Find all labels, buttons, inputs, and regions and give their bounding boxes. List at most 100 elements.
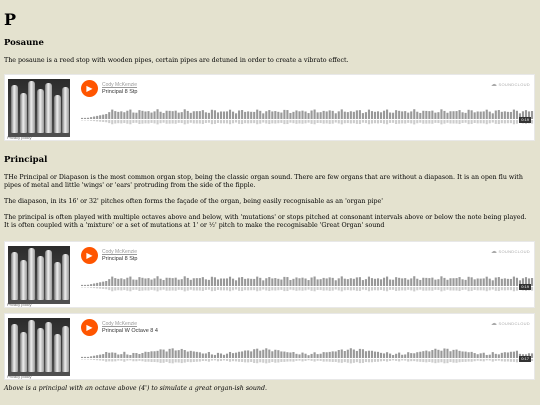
artist-link[interactable]: Cody McKenzie [102,249,137,255]
waveform-reflection-bar [183,287,186,292]
waveform-bar [355,350,358,358]
waveform-bar [241,110,244,119]
waveform-bar [352,349,355,358]
waveform-reflection-bar [283,287,286,292]
play-button[interactable]: ▶ [81,247,98,264]
waveform-reflection-bar [331,120,334,124]
waveform-reflection-bar [410,120,413,124]
waveform-reflection-bar [349,120,352,124]
soundcloud-player-principal-octave: Privacy policy ▶ Cody McKenzie Principal… [4,313,535,380]
organ-pipe [45,83,52,133]
track-title[interactable]: Principal 8 Stp [102,89,137,95]
waveform-reflection-bar [298,287,301,291]
waveform-bar [189,279,192,286]
waveform-bar [144,278,147,286]
waveform-bar [316,354,319,358]
privacy-policy-link[interactable]: Privacy policy [7,135,31,140]
waveform-bar [313,352,316,358]
waveform-bar [476,111,479,119]
waveform-reflection-bar [416,120,419,124]
waveform-reflection-bar [235,120,238,123]
waveform-bar [395,353,398,358]
waveform-reflection-bar [289,120,292,123]
waveform-reflection-bar [307,287,310,290]
artist-link[interactable]: Cody McKenzie [102,321,137,327]
waveform-bar [244,278,247,286]
waveform-reflection-bar [90,287,93,288]
waveform-bar [401,278,404,286]
waveform-reflection-bar [494,120,497,124]
waveform-reflection-bar [464,120,467,123]
waveform-bar [238,110,241,119]
waveform-bar [138,353,141,358]
waveform-bar [512,351,515,358]
waveform-bar [410,278,413,286]
waveform-bar [407,279,410,286]
waveform-reflection-bar [156,120,159,125]
waveform-reflection-bar [503,287,506,291]
waveform-reflection-bar [373,359,377,362]
soundcloud-logo[interactable]: ☁ SOUNDCLOUD [491,320,530,327]
artist-link[interactable]: Cody McKenzie [102,82,137,88]
track-title[interactable]: Principal 8 Stp [102,256,137,262]
waveform-bar [274,278,277,286]
waveform[interactable] [81,344,534,366]
play-button[interactable]: ▶ [81,80,98,97]
waveform-reflection-bar [84,120,87,121]
waveform-reflection-bar [213,120,216,124]
waveform-reflection-bar [87,120,90,121]
waveform-reflection-bar [373,287,377,291]
waveform-bar [90,356,93,358]
waveform-reflection-bar [352,120,355,124]
waveform-bar [322,352,325,358]
waveform-reflection-bar [171,359,174,364]
waveform-bar [404,111,407,119]
waveform-reflection-bar [277,120,280,124]
organ-pipe [28,81,35,133]
waveform-bar [301,110,304,119]
waveform-bar [422,110,425,119]
waveform-reflection-bar [198,120,201,124]
soundcloud-logo[interactable]: ☁ SOUNDCLOUD [491,248,530,255]
waveform-reflection-bar [204,359,207,362]
waveform-bar [129,355,132,358]
waveform-bar [319,353,322,358]
waveform-reflection-bar [156,287,159,292]
waveform-bar [425,350,428,358]
waveform-bar [280,351,283,358]
waveform-bar [449,351,452,358]
waveform-bar [171,348,174,358]
waveform-bar [373,111,377,119]
waveform-reflection-bar [186,120,189,124]
waveform-bar [304,111,307,119]
waveform-bar [295,277,298,286]
waveform-reflection-bar [479,359,482,362]
waveform-bar [434,112,437,119]
soundcloud-player-principal: Privacy policy ▶ Cody McKenzie Principal… [4,241,535,308]
waveform-bar [482,278,485,286]
track-title[interactable]: Principal W Octave 8 4 [102,328,158,334]
waveform-bar [117,278,120,286]
waveform-bar [304,278,307,286]
waveform-reflection-bar [301,287,304,291]
waveform-bar [488,354,491,358]
waveform-bar [135,279,138,286]
waveform-bar [485,354,488,358]
waveform[interactable] [81,272,534,294]
waveform-reflection-bar [491,120,494,123]
waveform-reflection-bar [280,359,283,362]
waveform-bar [286,277,289,286]
soundcloud-logo[interactable]: ☁ SOUNDCLOUD [491,81,530,88]
play-button[interactable]: ▶ [81,319,98,336]
waveform-bar [222,278,226,286]
waveform-reflection-bar [213,359,216,361]
waveform-bar [216,112,220,119]
privacy-policy-link[interactable]: Privacy policy [7,302,31,307]
privacy-policy-link[interactable]: Privacy policy [7,374,31,379]
waveform-bar [204,279,207,286]
waveform-bar [96,282,99,286]
waveform-bar [117,111,120,119]
waveform-bar [307,113,310,119]
waveform[interactable] [81,105,534,127]
waveform-bar [322,277,325,286]
